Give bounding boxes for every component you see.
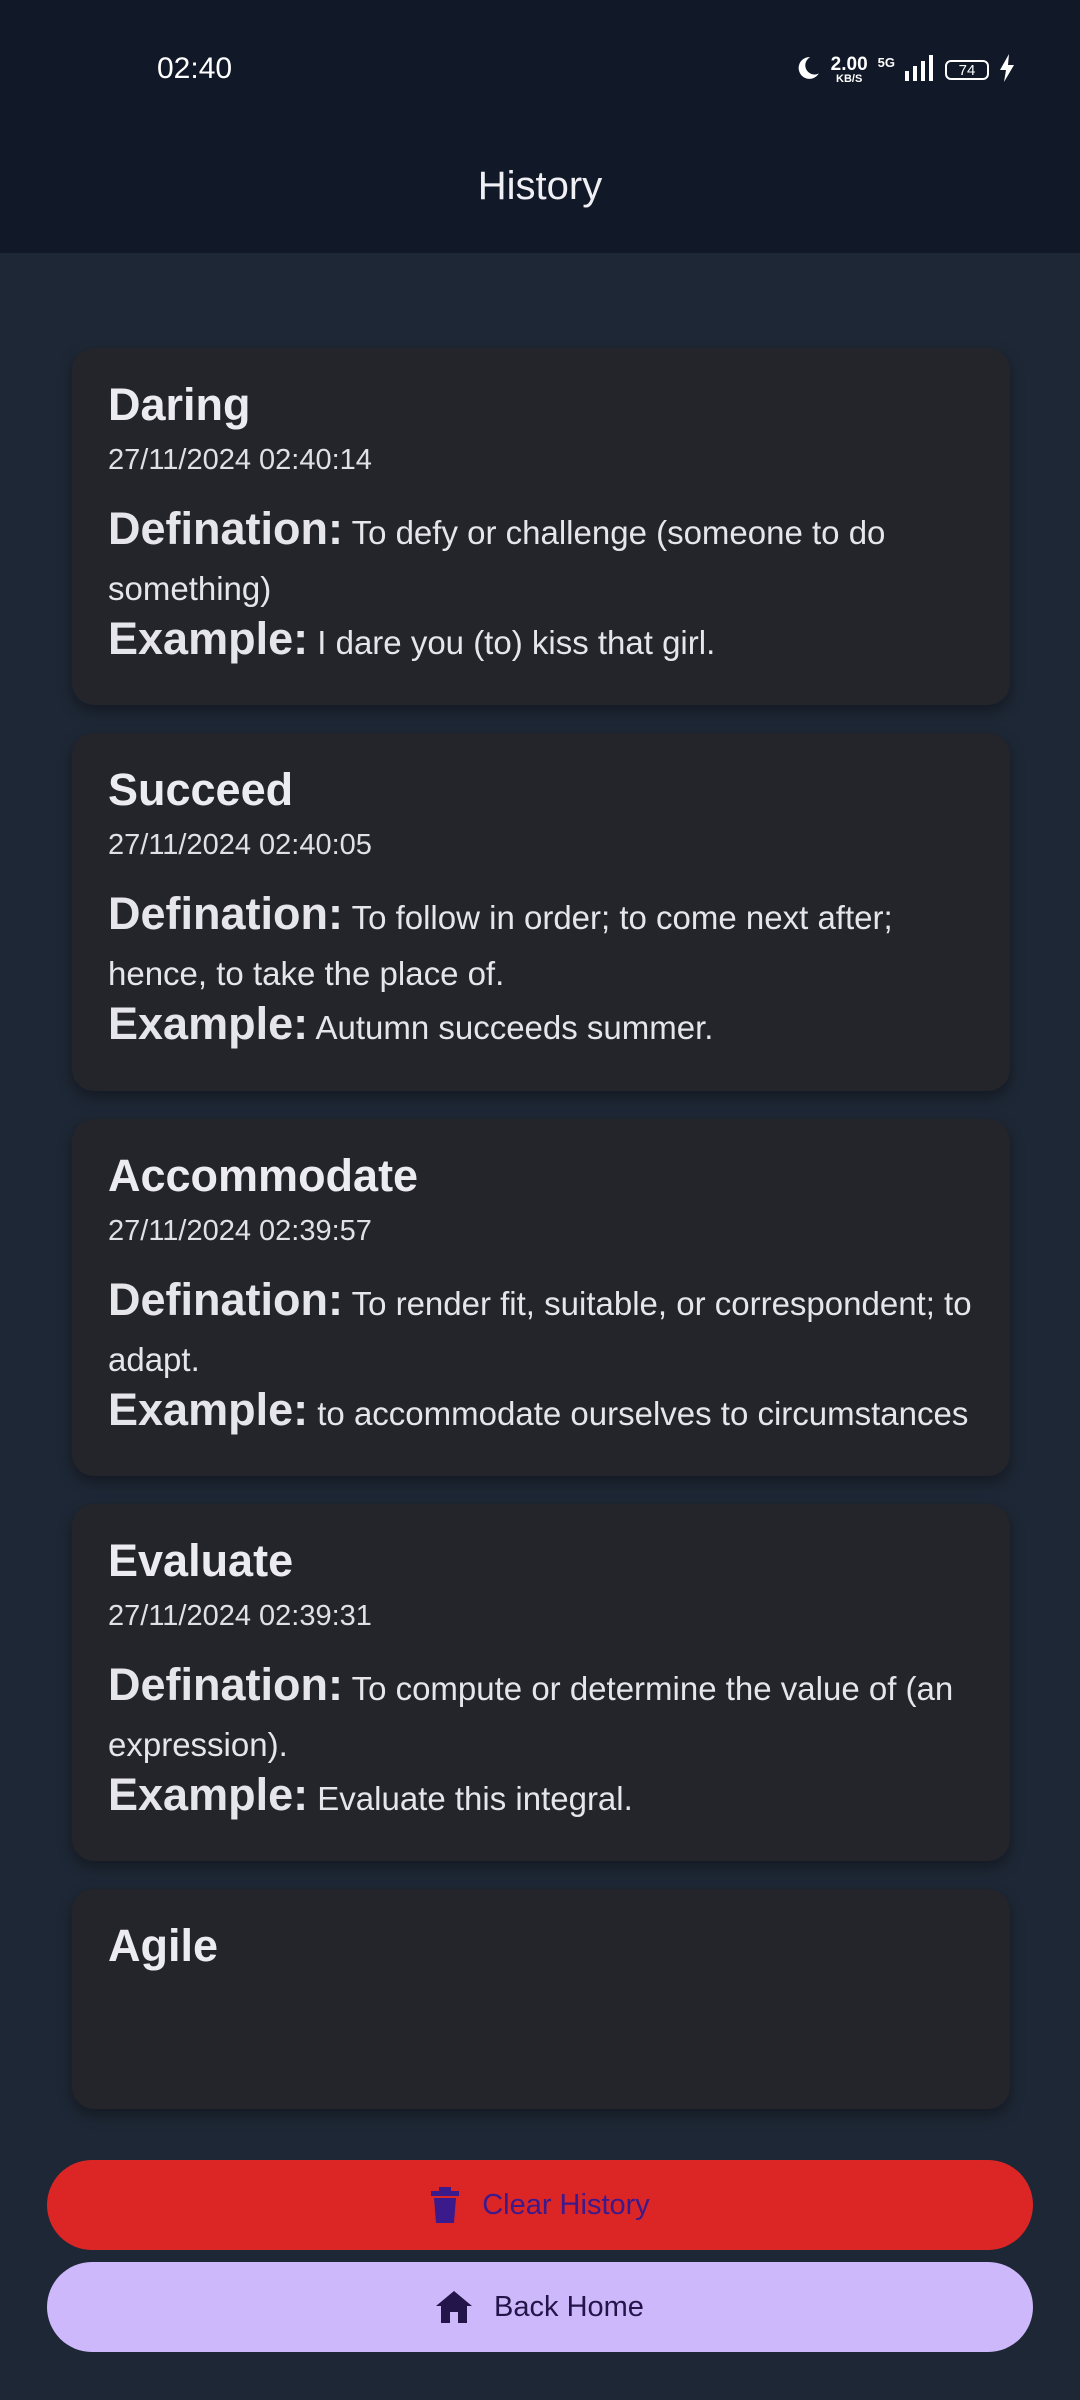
history-date: 27/11/2024 02:40:05 — [108, 829, 372, 862]
history-word: Daring — [108, 379, 251, 430]
speed-value: 2.00 — [830, 54, 868, 75]
clear-history-label: Clear History — [482, 2188, 650, 2221]
history-word: Accommodate — [108, 1149, 419, 1201]
history-card[interactable]: Succeed 27/11/2024 02:40:05 Defination: … — [72, 733, 1010, 1091]
example-label: Example: — [108, 998, 309, 1050]
example-line: Example: I dare you (to) kiss that girl. — [108, 613, 974, 671]
example-text: to accommodate ourselves to circumstance… — [317, 1394, 969, 1432]
history-card[interactable]: Accommodate 27/11/2024 02:39:57 Definati… — [72, 1118, 1010, 1476]
history-word: Succeed — [108, 764, 294, 816]
history-card[interactable]: Daring 27/11/2024 02:40:14 Defination: T… — [72, 348, 1010, 706]
history-list[interactable]: Daring 27/11/2024 02:40:14 Defination: T… — [72, 348, 1010, 2137]
charging-icon — [999, 53, 1015, 87]
definition-label: Defination: — [108, 888, 343, 940]
page-title: History — [477, 164, 603, 208]
speed-unit: KB/S — [836, 73, 863, 85]
definition-label: Defination: — [108, 1273, 343, 1325]
example-line: Example: to accommodate ourselves to cir… — [108, 1384, 974, 1442]
example-line: Example: Evaluate this integral. — [108, 1769, 974, 1827]
status-bar: 02:40 2.00 KB/S 5G 74 — [0, 0, 1080, 130]
network-type: 5G — [877, 54, 895, 70]
signal-icon — [905, 54, 935, 86]
history-card[interactable]: Evaluate 27/11/2024 02:39:31 Defination:… — [72, 1503, 1010, 1862]
back-home-label: Back Home — [494, 2290, 644, 2323]
moon-icon — [795, 55, 821, 86]
trash-icon — [430, 2187, 460, 2223]
status-icons: 2.00 KB/S 5G 74 — [795, 52, 1015, 88]
history-word: Agile — [108, 1920, 219, 1972]
network-speed: 2.00 KB/S — [831, 55, 868, 85]
back-home-button[interactable]: Back Home — [47, 2262, 1033, 2352]
example-label: Example: — [108, 1383, 309, 1435]
example-text: Autumn succeeds summer. — [315, 1009, 714, 1047]
app-bar: History — [0, 130, 1080, 253]
clear-history-button[interactable]: Clear History — [47, 2160, 1033, 2250]
example-label: Example: — [108, 613, 309, 665]
history-card[interactable]: Agile — [72, 1889, 1010, 2110]
history-date: 27/11/2024 02:40:14 — [108, 444, 372, 476]
history-date: 27/11/2024 02:39:57 — [108, 1214, 372, 1247]
history-word: Evaluate — [108, 1534, 294, 1586]
definition-label: Defination: — [108, 503, 343, 554]
example-line: Example: Autumn succeeds summer. — [108, 998, 974, 1056]
definition-line: Defination: To follow in order; to come … — [108, 888, 974, 1002]
definition-line: Defination: To defy or challenge (someon… — [108, 503, 974, 617]
example-label: Example: — [108, 1769, 309, 1821]
definition-label: Defination: — [108, 1658, 343, 1710]
home-icon — [436, 2291, 473, 2323]
example-text: Evaluate this integral. — [317, 1780, 633, 1818]
battery-icon: 74 — [945, 60, 989, 80]
example-text: I dare you (to) kiss that girl. — [317, 624, 716, 662]
status-time: 02:40 — [157, 52, 233, 85]
definition-line: Defination: To render fit, suitable, or … — [108, 1274, 974, 1388]
history-date: 27/11/2024 02:39:31 — [108, 1599, 372, 1632]
definition-line: Defination: To compute or determine the … — [108, 1659, 974, 1773]
